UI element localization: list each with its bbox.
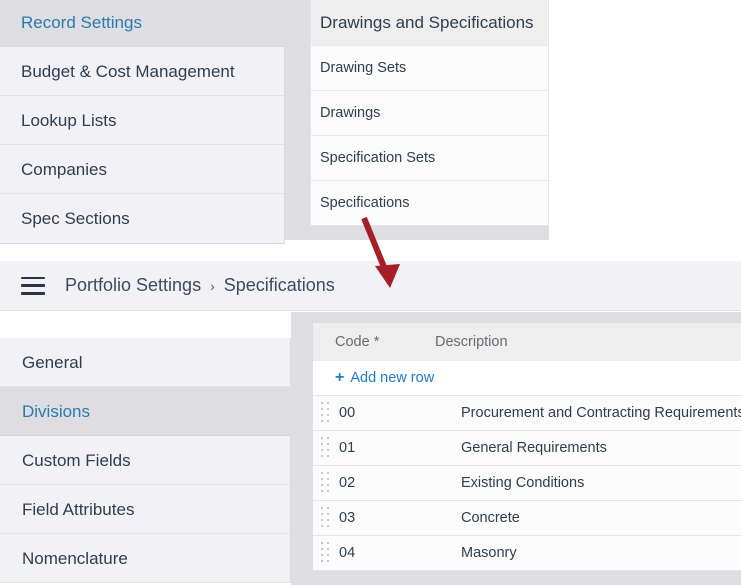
application-window: Portfolio Settings › Specifications Gene… [0, 261, 741, 585]
primary-menu-panel: Record Settings Budget & Cost Management… [0, 0, 288, 244]
cell-code[interactable]: 04 [339, 545, 461, 561]
sidebar-item-divisions[interactable]: Divisions [0, 387, 291, 436]
sidebar-item-nomenclature[interactable]: Nomenclature [0, 534, 291, 583]
table-row[interactable]: 00 Procurement and Contracting Requireme… [313, 396, 741, 431]
secondary-menu-header: Drawings and Specifications [311, 0, 548, 45]
cell-description[interactable]: Concrete [461, 510, 741, 526]
settings-nav: General Divisions Custom Fields Field At… [0, 312, 291, 585]
breadcrumb-current: Specifications [223, 275, 335, 295]
drag-handle-icon[interactable] [321, 507, 330, 529]
chevron-right-icon: › [210, 277, 215, 294]
primary-menu-header[interactable]: Record Settings [0, 0, 288, 45]
cell-code[interactable]: 01 [339, 440, 461, 456]
divisions-table: Code * Description + Add new row 00 Proc… [313, 323, 741, 571]
add-new-row-label: Add new row [350, 370, 435, 386]
drag-handle-icon[interactable] [321, 402, 330, 424]
menu-overlay-section: Record Settings Budget & Cost Management… [0, 0, 741, 244]
sidebar-item-field-attributes[interactable]: Field Attributes [0, 485, 291, 534]
cell-code[interactable]: 02 [339, 475, 461, 491]
grid-panel: Code * Description + Add new row 00 Proc… [291, 312, 741, 585]
secondary-menu-item-specification-sets[interactable]: Specification Sets [311, 135, 548, 180]
secondary-menu-item-drawings[interactable]: Drawings [311, 90, 548, 135]
primary-menu-item-spec-sections[interactable]: Spec Sections [0, 194, 284, 243]
sidebar-item-custom-fields[interactable]: Custom Fields [0, 436, 291, 485]
cell-description[interactable]: General Requirements [461, 440, 741, 456]
table-row[interactable]: 02 Existing Conditions [313, 466, 741, 501]
primary-menu-item-budget-cost-management[interactable]: Budget & Cost Management [0, 47, 284, 96]
table-header-row: Code * Description [313, 323, 741, 361]
cell-code[interactable]: 00 [339, 405, 461, 421]
column-header-description[interactable]: Description [435, 334, 741, 350]
secondary-menu-list: Drawings and Specifications Drawing Sets… [310, 0, 549, 226]
breadcrumb: Portfolio Settings › Specifications [65, 275, 335, 296]
cell-code[interactable]: 03 [339, 510, 461, 526]
table-row[interactable]: 03 Concrete [313, 501, 741, 536]
drag-handle-icon[interactable] [321, 472, 330, 494]
plus-icon: + [335, 369, 345, 386]
cell-description[interactable]: Existing Conditions [461, 475, 741, 491]
table-row[interactable]: 04 Masonry [313, 536, 741, 571]
cell-description[interactable]: Procurement and Contracting Requirements [461, 405, 741, 421]
secondary-menu-item-specifications[interactable]: Specifications [311, 180, 548, 225]
content-area: General Divisions Custom Fields Field At… [0, 312, 741, 585]
secondary-menu-item-drawing-sets[interactable]: Drawing Sets [311, 45, 548, 90]
primary-menu-item-companies[interactable]: Companies [0, 145, 284, 194]
drag-handle-icon[interactable] [321, 542, 330, 564]
cell-description[interactable]: Masonry [461, 545, 741, 561]
primary-menu-item-lookup-lists[interactable]: Lookup Lists [0, 96, 284, 145]
drag-handle-icon[interactable] [321, 437, 330, 459]
add-new-row[interactable]: + Add new row [313, 361, 741, 396]
add-new-row-link[interactable]: + Add new row [335, 369, 435, 387]
column-header-code[interactable]: Code * [313, 334, 435, 350]
breadcrumb-root[interactable]: Portfolio Settings [65, 275, 201, 296]
sidebar-item-general[interactable]: General [0, 338, 291, 387]
secondary-menu-panel: Drawings and Specifications Drawing Sets… [288, 0, 549, 240]
primary-menu-list: Budget & Cost Management Lookup Lists Co… [0, 46, 285, 244]
top-bar: Portfolio Settings › Specifications [0, 261, 741, 311]
table-row[interactable]: 01 General Requirements [313, 431, 741, 466]
hamburger-icon[interactable] [21, 276, 45, 295]
